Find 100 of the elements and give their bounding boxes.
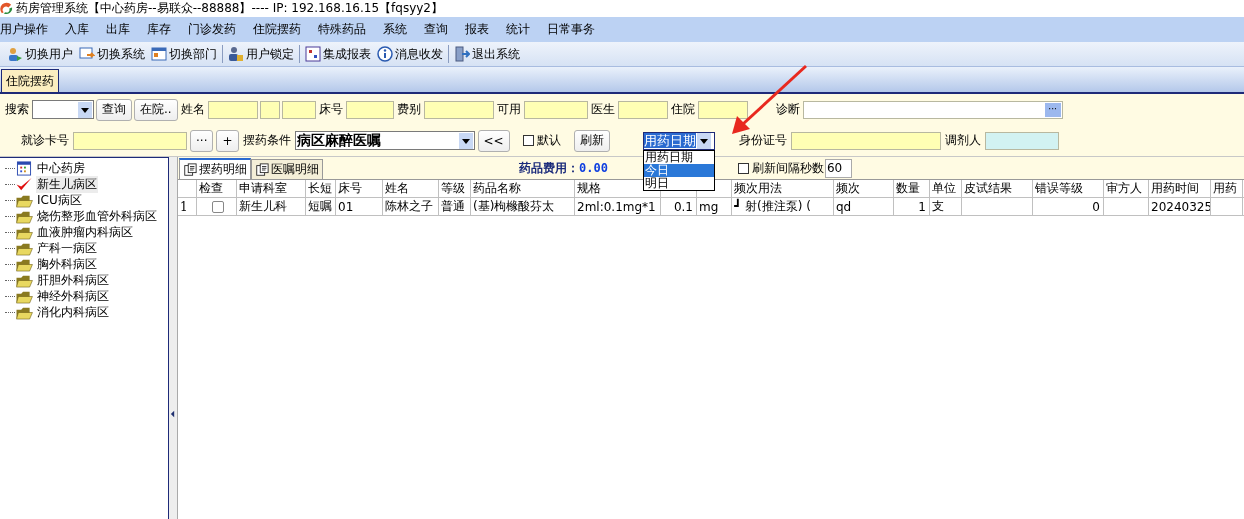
- dropdown-field[interactable]: [32, 100, 94, 119]
- dropdown-option[interactable]: 明日: [643, 176, 714, 190]
- app-logo-icon: [0, 2, 13, 15]
- column-header[interactable]: 长短: [308, 180, 332, 197]
- table-cell: 新生儿科: [239, 198, 287, 215]
- splitter-handle[interactable]: [169, 157, 178, 519]
- menu-item[interactable]: 库存: [138, 21, 179, 38]
- menu-item[interactable]: 出库: [97, 21, 138, 38]
- cost-label: 药品费用：: [519, 160, 579, 175]
- toolbar-button[interactable]: 用户锁定: [225, 45, 297, 63]
- toolbar-button[interactable]: 消息收发: [374, 45, 446, 63]
- column-header[interactable]: 规格: [577, 180, 601, 197]
- table-cell: 陈林之子: [385, 198, 433, 215]
- tree-item[interactable]: 血液肿瘤内科病区: [36, 223, 134, 241]
- menu-item[interactable]: 入库: [56, 21, 97, 38]
- input-field[interactable]: [259, 100, 280, 119]
- input-field[interactable]: ···: [802, 100, 1063, 119]
- column-header[interactable]: 姓名: [385, 180, 409, 197]
- lookup-button[interactable]: ···: [1044, 102, 1061, 117]
- column-header[interactable]: 用药: [1213, 180, 1237, 197]
- menu-item[interactable]: 住院摆药: [244, 21, 309, 38]
- input-field[interactable]: [523, 100, 588, 119]
- menu-item[interactable]: 特殊药品: [309, 21, 374, 38]
- menu-item[interactable]: 日常事务: [538, 21, 603, 38]
- form-button[interactable]: +: [216, 129, 239, 152]
- table-cell: ┛ 射(推注泵) (: [734, 198, 811, 215]
- field-label: 姓名: [180, 101, 205, 118]
- field-label: 搜索: [5, 101, 29, 118]
- user-lock-icon: [228, 46, 244, 62]
- dropdown-field[interactable]: 病区麻醉医嘱: [294, 131, 475, 150]
- form-button[interactable]: <<: [477, 129, 510, 152]
- form-button[interactable]: 在院..: [134, 98, 178, 121]
- input-field[interactable]: [207, 100, 258, 119]
- table-cell: 2ml:0.1mg*1: [577, 199, 656, 214]
- column-header[interactable]: 申请科室: [239, 180, 287, 197]
- input-field[interactable]: [423, 100, 494, 119]
- tree-item[interactable]: 中心药房: [36, 159, 86, 177]
- field-label: 床号: [318, 101, 343, 118]
- calendar-icon: [15, 160, 33, 176]
- form-button[interactable]: 刷新: [573, 129, 610, 152]
- column-header[interactable]: 审方人: [1106, 180, 1142, 197]
- column-header[interactable]: 用药时间: [1151, 180, 1199, 197]
- menu-item[interactable]: 统计: [497, 21, 538, 38]
- column-header[interactable]: 检查: [199, 180, 223, 197]
- column-header[interactable]: 单位: [932, 180, 956, 197]
- page-tab[interactable]: 住院摆药: [1, 69, 59, 92]
- checkbox[interactable]: [211, 200, 224, 213]
- tree-item[interactable]: ICU病区: [36, 191, 83, 209]
- input-field[interactable]: [73, 131, 187, 150]
- table-cell: 短嘱: [308, 198, 332, 215]
- menu-item[interactable]: 报表: [456, 21, 497, 38]
- tree-item[interactable]: 产科一病区: [36, 239, 98, 257]
- tree-item[interactable]: 肝胆外科病区: [36, 271, 110, 289]
- column-header[interactable]: 皮试结果: [964, 180, 1012, 197]
- toolbar-button[interactable]: 切换系统: [76, 45, 148, 63]
- detail-tab[interactable]: 摆药明细: [179, 158, 251, 179]
- field-label: 费别: [396, 101, 421, 118]
- column-header[interactable]: 频次: [836, 180, 860, 197]
- dropdown-option[interactable]: 用药日期: [643, 150, 714, 164]
- column-header[interactable]: 数量: [896, 180, 920, 197]
- checkbox[interactable]: [737, 162, 749, 174]
- toolbar-button[interactable]: 退出系统: [451, 45, 523, 63]
- toolbar-button[interactable]: 切换部门: [148, 45, 220, 63]
- menu-item[interactable]: 查询: [415, 21, 456, 38]
- tree-item[interactable]: 胸外科病区: [36, 255, 98, 273]
- document-icon: [183, 162, 197, 177]
- checkbox-label: 默认: [536, 132, 561, 149]
- seconds-field[interactable]: 60: [824, 158, 852, 178]
- menu-item[interactable]: 系统: [374, 21, 415, 38]
- input-field[interactable]: [790, 131, 941, 150]
- document-icon: [255, 162, 269, 177]
- dropdown-option[interactable]: 今日: [643, 163, 714, 177]
- menu-item[interactable]: 门诊发药: [179, 21, 244, 38]
- form-button[interactable]: 查询: [96, 98, 132, 121]
- column-header[interactable]: 频次用法: [734, 180, 782, 197]
- input-field[interactable]: [984, 131, 1059, 150]
- input-field[interactable]: [345, 100, 394, 119]
- toolbar-button[interactable]: 集成报表: [302, 45, 374, 63]
- table-cell: 01: [338, 199, 354, 214]
- input-field[interactable]: [281, 100, 316, 119]
- checkbox[interactable]: [522, 135, 534, 146]
- input-field[interactable]: [697, 100, 748, 119]
- cost-value: 0.00: [579, 160, 608, 175]
- column-header[interactable]: 床号: [338, 180, 362, 197]
- tree-item[interactable]: 新生儿病区: [36, 175, 98, 193]
- tree-item[interactable]: 烧伤整形血管外科病区: [36, 207, 158, 225]
- menu-item[interactable]: 用户操作: [0, 21, 56, 38]
- tree-item[interactable]: 消化内科病区: [36, 303, 110, 321]
- detail-tab[interactable]: 医嘱明细: [251, 159, 323, 179]
- input-field[interactable]: [617, 100, 668, 119]
- column-header[interactable]: 药品名称: [473, 180, 521, 197]
- field-label: 就诊卡号: [21, 132, 69, 149]
- info-icon: [377, 46, 393, 62]
- column-header[interactable]: 等级: [441, 180, 465, 197]
- column-header[interactable]: 错误等级: [1035, 180, 1083, 197]
- table-cell: 1: [180, 199, 188, 214]
- tree-item[interactable]: 神经外科病区: [36, 287, 110, 305]
- dropdown-field[interactable]: 用药日期: [642, 131, 715, 150]
- toolbar-button[interactable]: 切换用户: [4, 45, 76, 63]
- form-button[interactable]: ···: [190, 129, 214, 152]
